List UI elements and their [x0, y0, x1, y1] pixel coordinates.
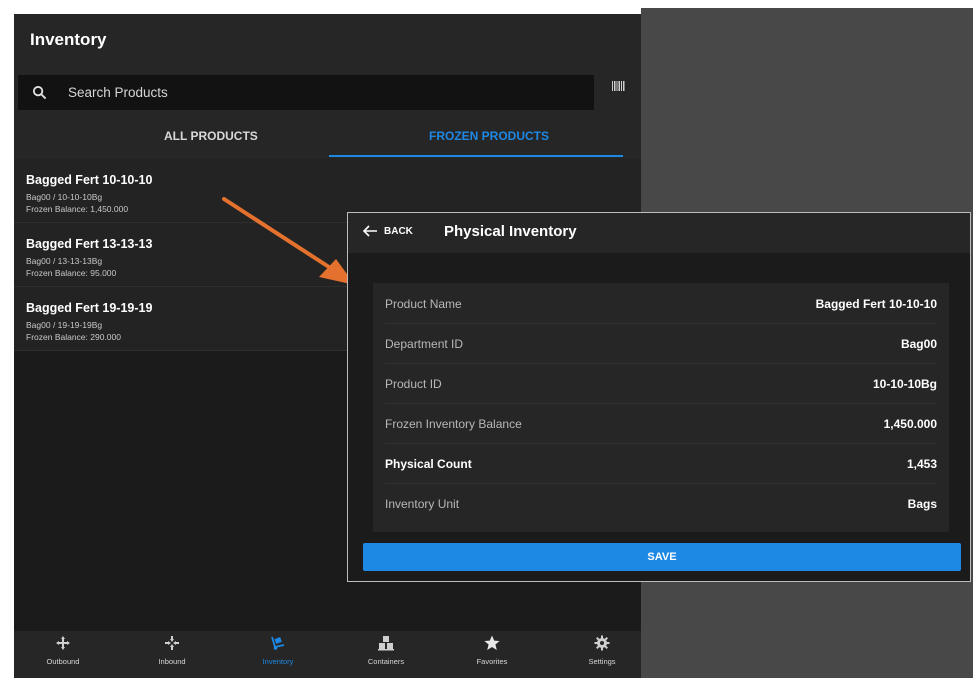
nav-label: Inventory	[262, 657, 294, 666]
search-placeholder: Search Products	[68, 85, 168, 100]
detail-label: Product ID	[385, 377, 442, 391]
detail-label: Department ID	[385, 337, 464, 351]
containers-icon	[378, 636, 394, 651]
gear-icon	[594, 635, 610, 651]
nav-label: Settings	[588, 657, 616, 666]
annotation-arrow-icon	[222, 197, 355, 285]
detail-value: Bag00	[900, 337, 937, 351]
detail-value: Bagged Fert 10-10-10	[815, 297, 937, 311]
detail-value: 10-10-10Bg	[872, 377, 937, 391]
search-input[interactable]: Search Products	[18, 75, 594, 110]
back-button[interactable]: BACK	[384, 226, 413, 237]
inbound-arrows-icon	[165, 636, 179, 650]
product-ids: Bag00 / 10-10-10Bg	[26, 192, 103, 202]
nav-containers[interactable]: Containers	[346, 635, 426, 666]
tab-frozen-products[interactable]: FROZEN PRODUCTS	[429, 129, 549, 143]
detail-row-inventory-unit: Inventory Unit Bags	[385, 483, 937, 523]
product-ids: Bag00 / 13-13-13Bg	[26, 256, 103, 266]
back-arrow-icon[interactable]	[363, 225, 378, 237]
product-name: Bagged Fert 19-19-19	[26, 301, 153, 315]
detail-row-product-id: Product ID 10-10-10Bg	[385, 363, 937, 404]
product-frozen-balance: Frozen Balance: 290.000	[26, 332, 121, 342]
product-frozen-balance: Frozen Balance: 1,450.000	[26, 204, 129, 214]
detail-value: Bags	[907, 497, 937, 511]
nav-label: Favorites	[476, 657, 508, 666]
app-header: Inventory Search Products ALL PRODUCTS F…	[14, 14, 641, 159]
physical-inventory-dialog: BACK Physical Inventory Product Name Bag…	[347, 212, 971, 582]
bottom-nav: Outbound Inbound Inventory Containers Fa…	[14, 631, 641, 678]
detail-row-frozen-balance: Frozen Inventory Balance 1,450.000	[385, 403, 937, 444]
detail-card: Product Name Bagged Fert 10-10-10 Depart…	[373, 283, 949, 532]
physical-count-input[interactable]: 1,453	[907, 457, 937, 471]
barcode-icon[interactable]	[612, 81, 625, 91]
page-title: Inventory	[30, 30, 107, 49]
detail-value: 1,450.000	[883, 417, 937, 431]
physical-count-field[interactable]: Physical Count 1,453	[385, 443, 937, 484]
nav-label: Containers	[367, 657, 405, 666]
nav-label: Inbound	[158, 657, 186, 666]
detail-label: Physical Count	[385, 457, 472, 471]
product-name: Bagged Fert 10-10-10	[26, 173, 153, 187]
search-icon	[32, 85, 47, 100]
nav-inventory[interactable]: Inventory	[238, 635, 318, 666]
active-tab-indicator	[329, 155, 623, 157]
tab-all-products[interactable]: ALL PRODUCTS	[164, 129, 258, 143]
nav-label: Outbound	[46, 657, 80, 666]
dialog-title: Physical Inventory	[444, 223, 577, 240]
nav-settings[interactable]: Settings	[562, 635, 641, 666]
move-arrows-icon	[56, 636, 70, 650]
detail-label: Inventory Unit	[385, 497, 460, 511]
nav-favorites[interactable]: Favorites	[452, 635, 532, 666]
save-button[interactable]: SAVE	[363, 543, 961, 571]
hand-truck-icon	[271, 636, 285, 650]
detail-row-product-name: Product Name Bagged Fert 10-10-10	[385, 283, 937, 324]
detail-label: Product Name	[385, 297, 462, 311]
product-name: Bagged Fert 13-13-13	[26, 237, 153, 251]
detail-row-department-id: Department ID Bag00	[385, 323, 937, 364]
detail-label: Frozen Inventory Balance	[385, 417, 522, 431]
dialog-header: BACK Physical Inventory	[348, 213, 970, 253]
nav-inbound[interactable]: Inbound	[132, 635, 212, 666]
star-icon	[484, 635, 500, 650]
nav-outbound[interactable]: Outbound	[23, 635, 103, 666]
product-frozen-balance: Frozen Balance: 95.000	[26, 268, 117, 278]
product-ids: Bag00 / 19-19-19Bg	[26, 320, 103, 330]
